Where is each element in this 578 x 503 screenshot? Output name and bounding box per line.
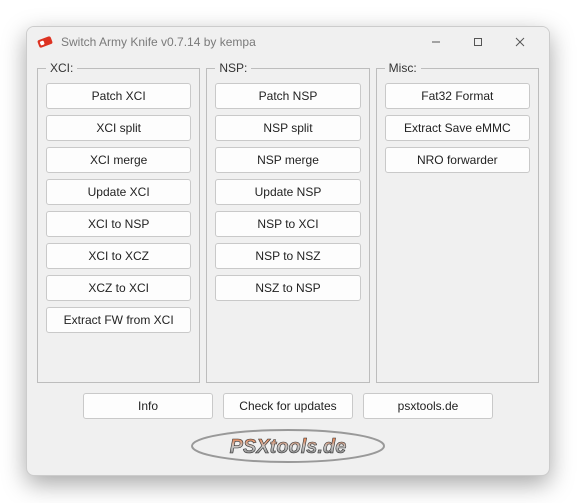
groups-row: XCI: Patch XCI XCI split XCI merge Updat…	[37, 61, 539, 383]
nsp-merge-button[interactable]: NSP merge	[215, 147, 360, 173]
titlebar: Switch Army Knife v0.7.14 by kempa	[27, 27, 549, 57]
psxtools-link-button[interactable]: psxtools.de	[363, 393, 493, 419]
xci-merge-button[interactable]: XCI merge	[46, 147, 191, 173]
group-xci: XCI: Patch XCI XCI split XCI merge Updat…	[37, 61, 200, 383]
extract-fw-button[interactable]: Extract FW from XCI	[46, 307, 191, 333]
content-area: XCI: Patch XCI XCI split XCI merge Updat…	[27, 57, 549, 475]
nro-forwarder-button[interactable]: NRO forwarder	[385, 147, 530, 173]
check-updates-button[interactable]: Check for updates	[223, 393, 353, 419]
minimize-button[interactable]	[415, 28, 457, 56]
window-title: Switch Army Knife v0.7.14 by kempa	[61, 35, 415, 49]
group-misc-legend: Misc:	[385, 61, 421, 75]
bottom-row: Info Check for updates psxtools.de	[37, 393, 539, 419]
xci-to-nsp-button[interactable]: XCI to NSP	[46, 211, 191, 237]
nsp-split-button[interactable]: NSP split	[215, 115, 360, 141]
xcz-to-xci-button[interactable]: XCZ to XCI	[46, 275, 191, 301]
nsz-to-nsp-button[interactable]: NSZ to NSP	[215, 275, 360, 301]
window-controls	[415, 28, 541, 56]
extract-save-emmc-button[interactable]: Extract Save eMMC	[385, 115, 530, 141]
logo: PSXtools.de	[37, 425, 539, 467]
group-misc: Misc: Fat32 Format Extract Save eMMC NRO…	[376, 61, 539, 383]
info-button[interactable]: Info	[83, 393, 213, 419]
close-button[interactable]	[499, 28, 541, 56]
app-icon	[37, 34, 53, 50]
update-xci-button[interactable]: Update XCI	[46, 179, 191, 205]
update-nsp-button[interactable]: Update NSP	[215, 179, 360, 205]
nsp-to-nsz-button[interactable]: NSP to NSZ	[215, 243, 360, 269]
patch-xci-button[interactable]: Patch XCI	[46, 83, 191, 109]
xci-split-button[interactable]: XCI split	[46, 115, 191, 141]
nsp-to-xci-button[interactable]: NSP to XCI	[215, 211, 360, 237]
patch-nsp-button[interactable]: Patch NSP	[215, 83, 360, 109]
logo-text: PSXtools.de	[230, 436, 347, 458]
xci-to-xcz-button[interactable]: XCI to XCZ	[46, 243, 191, 269]
fat32-format-button[interactable]: Fat32 Format	[385, 83, 530, 109]
group-nsp: NSP: Patch NSP NSP split NSP merge Updat…	[206, 61, 369, 383]
group-nsp-legend: NSP:	[215, 61, 251, 75]
group-xci-legend: XCI:	[46, 61, 77, 75]
maximize-button[interactable]	[457, 28, 499, 56]
app-window: Switch Army Knife v0.7.14 by kempa XCI: …	[26, 26, 550, 476]
